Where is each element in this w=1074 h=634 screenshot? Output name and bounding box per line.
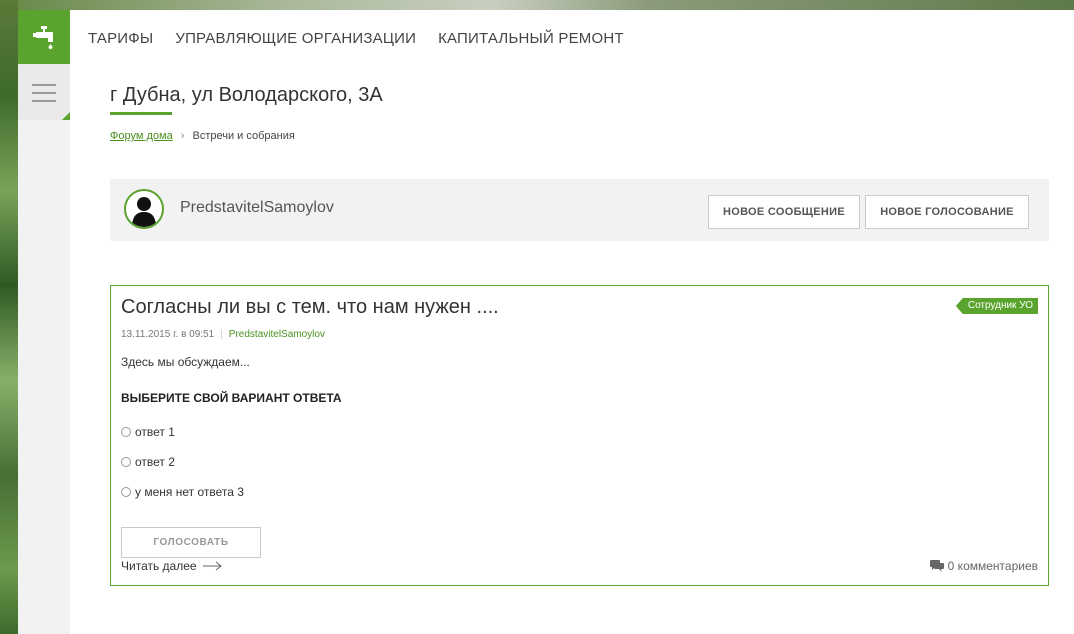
- nav-item-management-companies[interactable]: УПРАВЛЯЮЩИЕ ОРГАНИЗАЦИИ: [175, 30, 416, 47]
- top-navigation: ТАРИФЫ УПРАВЛЯЮЩИЕ ОРГАНИЗАЦИИ КАПИТАЛЬН…: [88, 30, 624, 47]
- meta-divider: |: [220, 329, 223, 340]
- read-more-label: Читать далее: [121, 559, 197, 573]
- poll-option-2[interactable]: ответ 2: [121, 455, 175, 469]
- background-photo-strip: [0, 0, 18, 634]
- comment-icon: [929, 560, 944, 572]
- breadcrumb: Форум дома › Встречи и собрания: [110, 130, 295, 142]
- hamburger-icon: [32, 84, 56, 108]
- post-title[interactable]: Согласны ли вы с тем. что нам нужен ....: [121, 296, 499, 319]
- user-bar: PredstavitelSamoylov НОВОЕ СООБЩЕНИЕ НОВ…: [110, 179, 1049, 241]
- poll-option-label: ответ 1: [135, 425, 175, 439]
- read-more-link[interactable]: Читать далее: [121, 559, 223, 573]
- sidebar: [18, 10, 70, 634]
- poll-option-3[interactable]: у меня нет ответа 3: [121, 485, 244, 499]
- post-date: 13.11.2015 г. в 09:51: [121, 329, 215, 340]
- title-underline: [110, 112, 172, 115]
- new-vote-button[interactable]: НОВОЕ ГОЛОСОВАНИЕ: [865, 195, 1029, 229]
- poll-option-label: ответ 2: [135, 455, 175, 469]
- new-message-button[interactable]: НОВОЕ СООБЩЕНИЕ: [708, 195, 860, 229]
- poll-option-label: у меня нет ответа 3: [135, 485, 244, 499]
- corner-marker: [62, 112, 70, 120]
- role-badge: Сотрудник УО: [955, 298, 1038, 314]
- post-meta: 13.11.2015 г. в 09:51 | PredstavitelSamoyl…: [121, 329, 325, 340]
- breadcrumb-separator: ›: [180, 130, 185, 142]
- radio-button[interactable]: [121, 487, 131, 497]
- breadcrumb-current: Встречи и собрания: [192, 130, 295, 142]
- logo-button[interactable]: [18, 10, 70, 64]
- nav-item-tariffs[interactable]: ТАРИФЫ: [88, 30, 153, 47]
- user-silhouette-icon: [132, 197, 156, 227]
- menu-toggle[interactable]: [18, 64, 70, 120]
- nav-item-capital-repair[interactable]: КАПИТАЛЬНЫЙ РЕМОНТ: [438, 30, 624, 47]
- post-excerpt: Здесь мы обсуждаем...: [121, 355, 250, 369]
- comments-link[interactable]: 0 комментариев: [929, 559, 1038, 573]
- forum-post: Согласны ли вы с тем. что нам нужен ....…: [110, 285, 1049, 586]
- avatar[interactable]: [124, 189, 164, 229]
- breadcrumb-link-forum[interactable]: Форум дома: [110, 130, 173, 142]
- page-title: г Дубна, ул Володарского, 3А: [110, 84, 383, 106]
- vote-button[interactable]: ГОЛОСОВАТЬ: [121, 527, 261, 558]
- username[interactable]: PredstavitelSamoylov: [180, 199, 334, 217]
- background-photo-top: [18, 0, 1074, 10]
- comments-count: 0 комментариев: [947, 559, 1038, 573]
- radio-button[interactable]: [121, 457, 131, 467]
- poll-question: ВЫБЕРИТЕ СВОЙ ВАРИАНТ ОТВЕТА: [121, 391, 342, 405]
- poll-option-1[interactable]: ответ 1: [121, 425, 175, 439]
- arrow-right-icon: [202, 561, 222, 571]
- post-author[interactable]: PredstavitelSamoylov: [229, 329, 325, 340]
- faucet-icon: [33, 26, 53, 49]
- radio-button[interactable]: [121, 427, 131, 437]
